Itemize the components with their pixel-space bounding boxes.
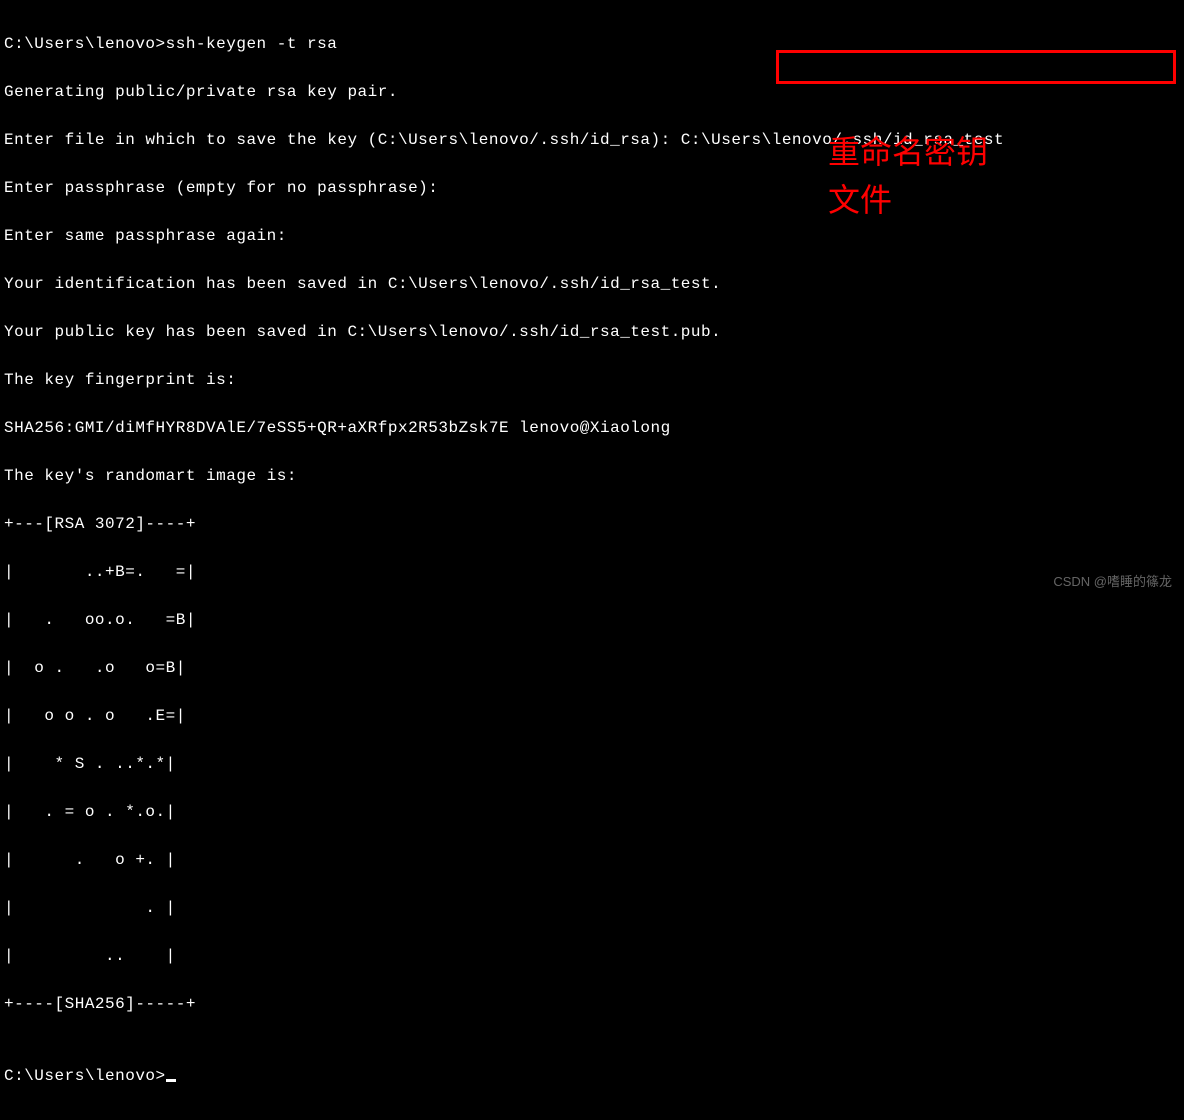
- terminal-line: +---[RSA 3072]----+: [4, 512, 1180, 536]
- terminal-line: | o . .o o=B|: [4, 656, 1180, 680]
- annotation-line1: 重命名密钥: [828, 128, 988, 176]
- terminal-line: Enter same passphrase again:: [4, 224, 1180, 248]
- terminal-prompt: C:\Users\lenovo>: [4, 1067, 166, 1085]
- terminal-line: | . oo.o. =B|: [4, 608, 1180, 632]
- terminal-line: Enter file in which to save the key (C:\…: [4, 128, 1180, 152]
- terminal-line: | . |: [4, 896, 1180, 920]
- terminal-line: Enter passphrase (empty for no passphras…: [4, 176, 1180, 200]
- cursor-icon: [166, 1079, 176, 1082]
- terminal-line: Generating public/private rsa key pair.: [4, 80, 1180, 104]
- terminal-line: | o o . o .E=|: [4, 704, 1180, 728]
- terminal-line: | * S . ..*.*|: [4, 752, 1180, 776]
- annotation-text: 重命名密钥 文件: [828, 128, 988, 224]
- terminal-line: | ..+B=. =|: [4, 560, 1180, 584]
- terminal-line: SHA256:GMI/diMfHYR8DVAlE/7eSS5+QR+aXRfpx…: [4, 416, 1180, 440]
- terminal-line: The key's randomart image is:: [4, 464, 1180, 488]
- watermark-text: CSDN @嗜睡的篠龙: [1053, 571, 1172, 590]
- terminal-line: +----[SHA256]-----+: [4, 992, 1180, 1016]
- terminal-line: The key fingerprint is:: [4, 368, 1180, 392]
- terminal-line: | . = o . *.o.|: [4, 800, 1180, 824]
- terminal-prompt-line: C:\Users\lenovo>: [4, 1064, 1180, 1088]
- terminal-line: C:\Users\lenovo>ssh-keygen -t rsa: [4, 32, 1180, 56]
- annotation-line2: 文件: [828, 176, 988, 224]
- terminal-line: | . o +. |: [4, 848, 1180, 872]
- terminal-output[interactable]: C:\Users\lenovo>ssh-keygen -t rsa Genera…: [0, 0, 1184, 1120]
- terminal-line: Your identification has been saved in C:…: [4, 272, 1180, 296]
- terminal-line: | .. |: [4, 944, 1180, 968]
- terminal-line: Your public key has been saved in C:\Use…: [4, 320, 1180, 344]
